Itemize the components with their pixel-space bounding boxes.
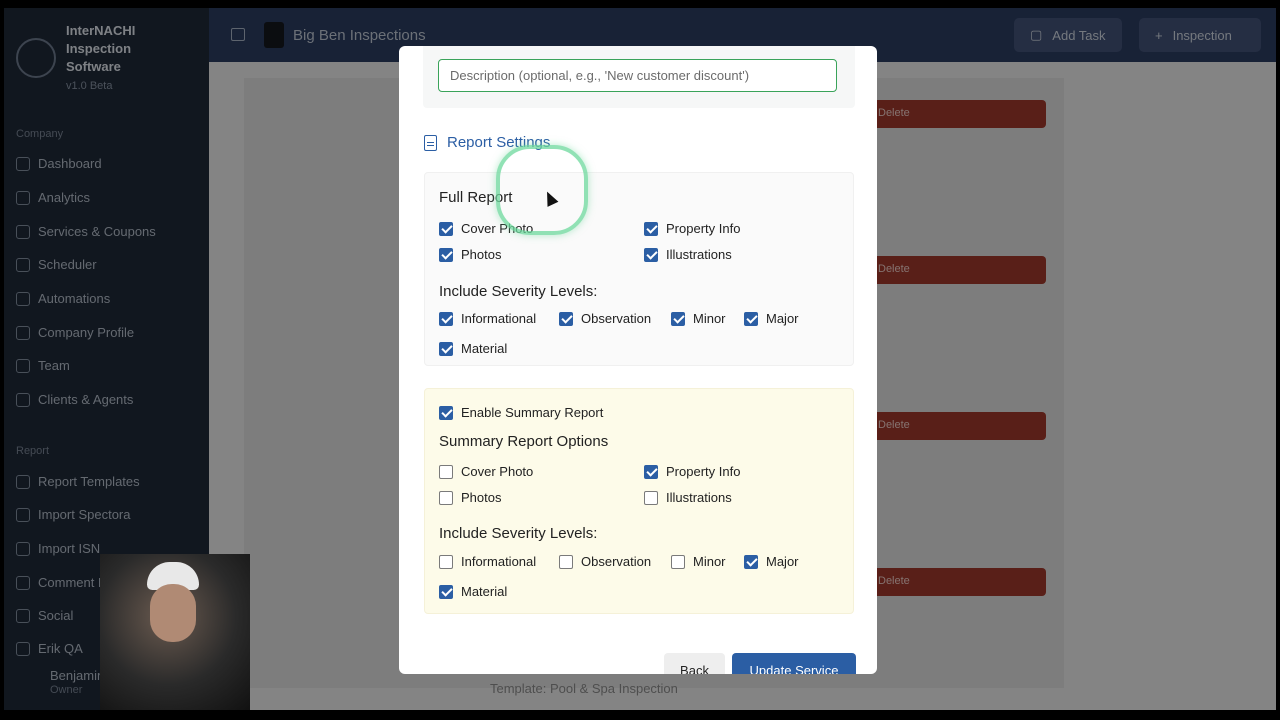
summary-severity-minor-checkbox[interactable]: Minor	[671, 554, 726, 569]
full-severity-informational-checkbox[interactable]: Informational	[439, 311, 536, 326]
full-illustrations-checkbox[interactable]: Illustrations	[644, 247, 732, 262]
enable-summary-report-checkbox[interactable]: Enable Summary Report	[439, 405, 603, 420]
summary-severity-informational-checkbox[interactable]: Informational	[439, 554, 536, 569]
back-button[interactable]: Back	[664, 653, 725, 674]
summary-severity-heading: Include Severity Levels:	[439, 525, 598, 542]
full-severity-minor-checkbox[interactable]: Minor	[671, 311, 726, 326]
full-cover-photo-checkbox[interactable]: Cover Photo	[439, 221, 533, 236]
description-input[interactable]	[438, 59, 837, 92]
summary-illustrations-checkbox[interactable]: Illustrations	[644, 490, 732, 505]
full-photos-checkbox[interactable]: Photos	[439, 247, 501, 262]
full-severity-observation-checkbox[interactable]: Observation	[559, 311, 651, 326]
report-settings-title: Report Settings	[447, 134, 551, 151]
summary-report-panel: Enable Summary Report Summary Report Opt…	[424, 388, 854, 614]
summary-options-heading: Summary Report Options	[439, 433, 609, 450]
document-icon	[424, 134, 437, 151]
update-service-button[interactable]: Update Service	[732, 653, 856, 674]
full-severity-material-checkbox[interactable]: Material	[439, 341, 507, 356]
summary-cover-photo-checkbox[interactable]: Cover Photo	[439, 464, 533, 479]
summary-property-info-checkbox[interactable]: Property Info	[644, 464, 740, 479]
summary-severity-observation-checkbox[interactable]: Observation	[559, 554, 651, 569]
summary-photos-checkbox[interactable]: Photos	[439, 490, 501, 505]
full-report-panel: Full Report Cover Photo Property Info Ph…	[424, 172, 854, 366]
edit-service-modal: Report Settings Full Report Cover Photo …	[399, 46, 877, 674]
report-settings-header: Report Settings	[424, 134, 550, 151]
full-property-info-checkbox[interactable]: Property Info	[644, 221, 740, 236]
summary-severity-major-checkbox[interactable]: Major	[744, 554, 799, 569]
full-severity-major-checkbox[interactable]: Major	[744, 311, 799, 326]
full-severity-heading: Include Severity Levels:	[439, 283, 598, 300]
full-report-heading: Full Report	[439, 189, 513, 206]
summary-severity-material-checkbox[interactable]: Material	[439, 584, 507, 599]
